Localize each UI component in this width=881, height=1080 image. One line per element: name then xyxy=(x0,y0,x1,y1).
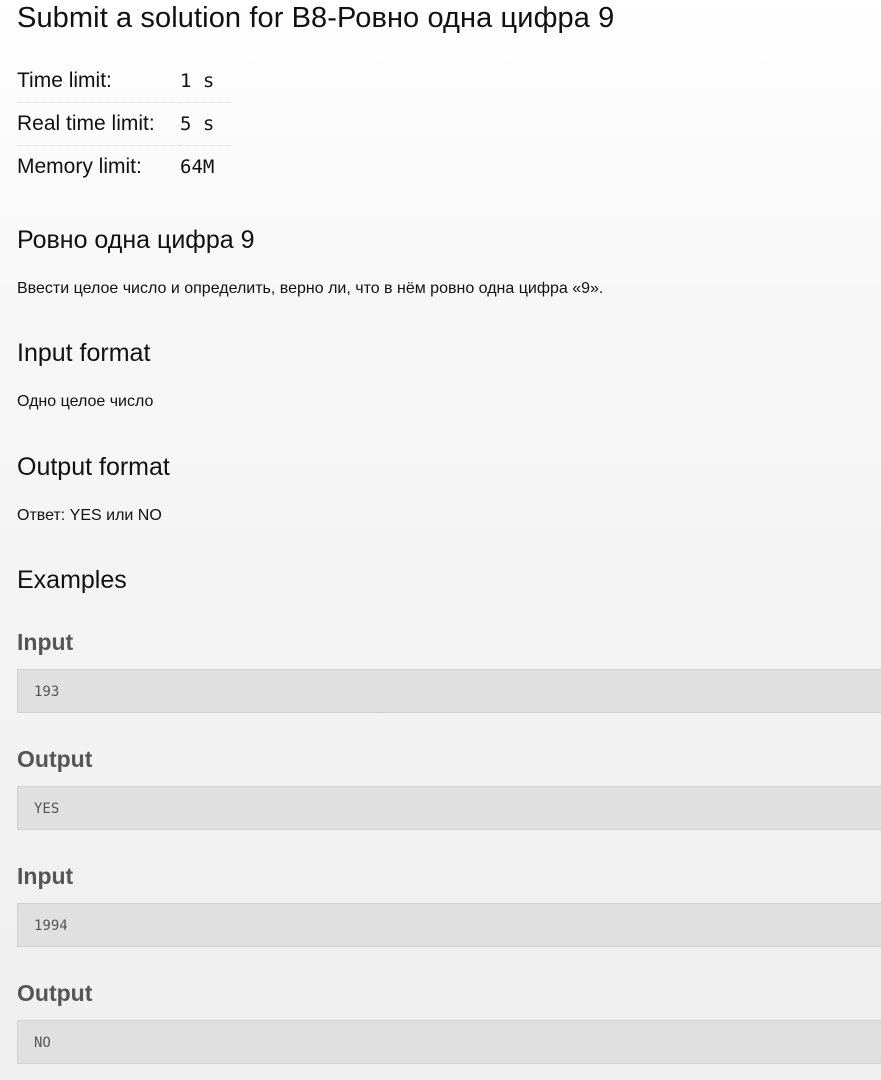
example-1-output-label: Output xyxy=(17,746,93,772)
memory-limit-row: Memory limit: 64M xyxy=(17,146,231,189)
memory-limit-label: Memory limit: xyxy=(17,155,142,178)
real-time-limit-value: 5 s xyxy=(180,102,231,146)
real-time-limit-label: Real time limit: xyxy=(17,102,180,146)
statement-text: Ввести целое число и определить, верно л… xyxy=(17,280,604,297)
real-time-limit-row: Real time limit: 5 s xyxy=(17,102,231,146)
time-limit-label: Time limit: xyxy=(17,60,180,103)
example-2-output-value: NO xyxy=(34,1035,51,1051)
input-format-text: Одно целое число xyxy=(17,393,154,410)
page-title: Submit a solution for B8-Ровно одна цифр… xyxy=(17,2,615,34)
time-limit-row: Time limit: 1 s xyxy=(17,60,231,103)
example-2-input-value: 1994 xyxy=(34,918,68,934)
examples-title: Examples xyxy=(17,566,127,594)
example-1-input-label: Input xyxy=(17,629,74,655)
example-2-output-box[interactable]: NO xyxy=(17,1020,881,1064)
input-format-title: Input format xyxy=(17,339,151,367)
time-limit-value: 1 s xyxy=(180,60,231,103)
example-2-output-label: Output xyxy=(17,980,93,1006)
limits-table: Time limit: 1 s Real time limit: 5 s Mem… xyxy=(17,60,231,188)
statement-title: Ровно одна цифра 9 xyxy=(17,226,255,254)
output-format-title: Output format xyxy=(17,453,170,481)
example-1-output-value: YES xyxy=(34,801,60,817)
output-format-text: Ответ: YES или NO xyxy=(17,507,162,524)
example-1-input-value: 193 xyxy=(34,684,60,700)
example-2-input-box[interactable]: 1994 xyxy=(17,903,881,947)
memory-limit-value: 64M xyxy=(180,156,215,178)
example-1-input-box[interactable]: 193 xyxy=(17,669,881,713)
example-1-output-box[interactable]: YES xyxy=(17,786,881,830)
example-2-input-label: Input xyxy=(17,863,74,889)
